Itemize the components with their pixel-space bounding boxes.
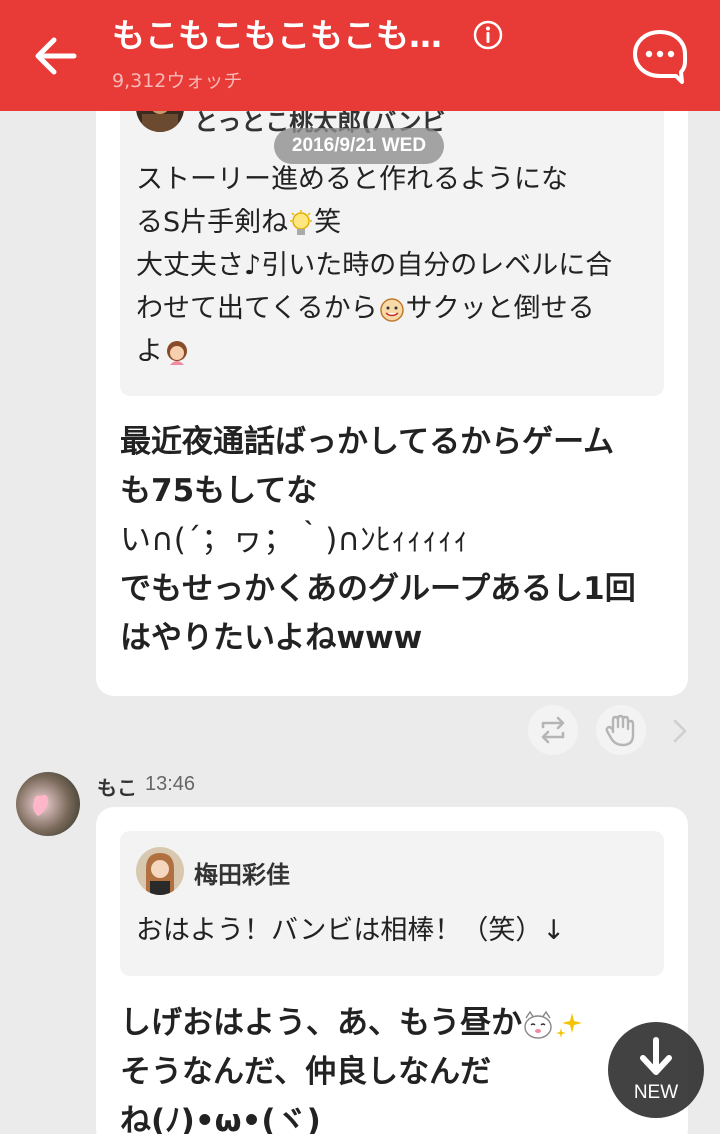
sender-name[interactable]: もこ — [97, 772, 137, 801]
message-bubble: とっとこ桃太郎(バンビ ストーリー進めると作れるようにな るS片手剣ね笑 大丈夫… — [96, 96, 688, 696]
info-button[interactable] — [471, 18, 505, 52]
quote-line: よ — [136, 336, 163, 367]
quote-line-row: るS片手剣ね笑 — [136, 201, 656, 244]
message-text: しげおはよう、あ、もう昼か そうなんだ、仲良しなんだ ね(ﾉ)•ω•(ヾ) — [120, 999, 680, 1134]
cat-emoji-icon — [524, 1010, 552, 1039]
message-line: そうなんだ、仲良しなんだ — [120, 1054, 492, 1090]
quote-line: るS片手剣ね — [136, 207, 289, 238]
watch-count: 9,312ウォッチ — [112, 70, 243, 92]
chevron-right-icon — [673, 719, 687, 743]
date-separator: 2016/9/21 WED — [274, 128, 444, 164]
sparkles-emoji-icon — [556, 1012, 583, 1038]
clap-button[interactable] — [596, 705, 646, 755]
message-line: でもせっかくあのグループあるし1回 — [120, 571, 636, 607]
page-title: もこもこもこもこも… — [112, 16, 442, 55]
chat-bubble-icon — [633, 30, 688, 84]
quoted-message[interactable]: 梅田彩佳 おはよう！バンビは相棒！（笑）↓ — [120, 831, 664, 976]
message-line: はやりたいよねwww — [120, 620, 423, 656]
message-bubble: 梅田彩佳 おはよう！バンビは相棒！（笑）↓ しげおはよう、あ、もう昼か そうなん… — [96, 807, 688, 1134]
message-line: い∩(´；ヮ；｀)∩ﾝﾋｨｨｨｨｨ — [120, 522, 469, 558]
clap-icon — [605, 714, 635, 747]
quote-text: ストーリー進めると作れるようにな るS片手剣ね笑 大丈夫さ♪引いた時の自分のレベ… — [136, 158, 656, 373]
quote-line-suffix: サクッと倒せる — [405, 293, 595, 324]
quote-line-row: わせて出てくるから サクッと倒せる — [136, 287, 656, 330]
quote-text: おはよう！バンビは相棒！（笑）↓ — [136, 915, 565, 946]
lightbulb-emoji-icon — [290, 209, 313, 235]
back-button[interactable] — [32, 34, 80, 78]
new-label: NEW — [633, 1082, 679, 1103]
quote-author: 梅田彩佳 — [194, 861, 290, 889]
more-button[interactable] — [670, 716, 690, 746]
repost-icon — [541, 716, 565, 744]
quote-line: 大丈夫さ♪引いた時の自分のレベルに合 — [136, 250, 613, 281]
smile-emoji-icon — [379, 297, 404, 322]
message-line: しげおはよう、あ、もう昼か — [120, 1005, 523, 1041]
quote-line: わせて出てくるから — [136, 293, 378, 324]
message-time: 13:46 — [145, 773, 196, 795]
back-arrow-icon — [35, 37, 77, 75]
quote-line: ストーリー進めると作れるようにな — [136, 164, 568, 195]
message-line: 最近夜通話ばっかしてるからゲーム — [120, 424, 615, 460]
new-messages-button[interactable]: NEW — [608, 1022, 704, 1118]
quote-line-suffix: 笑 — [314, 207, 342, 238]
repost-button[interactable] — [528, 705, 578, 755]
avatar[interactable] — [16, 772, 80, 836]
girl-emoji-icon — [167, 340, 187, 365]
message-line-row: しげおはよう、あ、もう昼か — [120, 999, 680, 1048]
message-line: も75もしてな — [120, 473, 318, 509]
message-text: 最近夜通話ばっかしてるからゲーム も75もしてな い∩(´；ヮ；｀)∩ﾝﾋｨｨｨ… — [120, 418, 680, 663]
avatar — [136, 847, 184, 895]
info-icon — [473, 20, 503, 50]
quote-line-row: よ — [136, 330, 656, 373]
comment-button[interactable] — [630, 28, 690, 84]
arrow-down-icon — [640, 1037, 672, 1075]
message-line: ね(ﾉ)•ω•(ヾ) — [120, 1103, 321, 1134]
app-header: もこもこもこもこも… 9,312ウォッチ — [0, 0, 720, 111]
